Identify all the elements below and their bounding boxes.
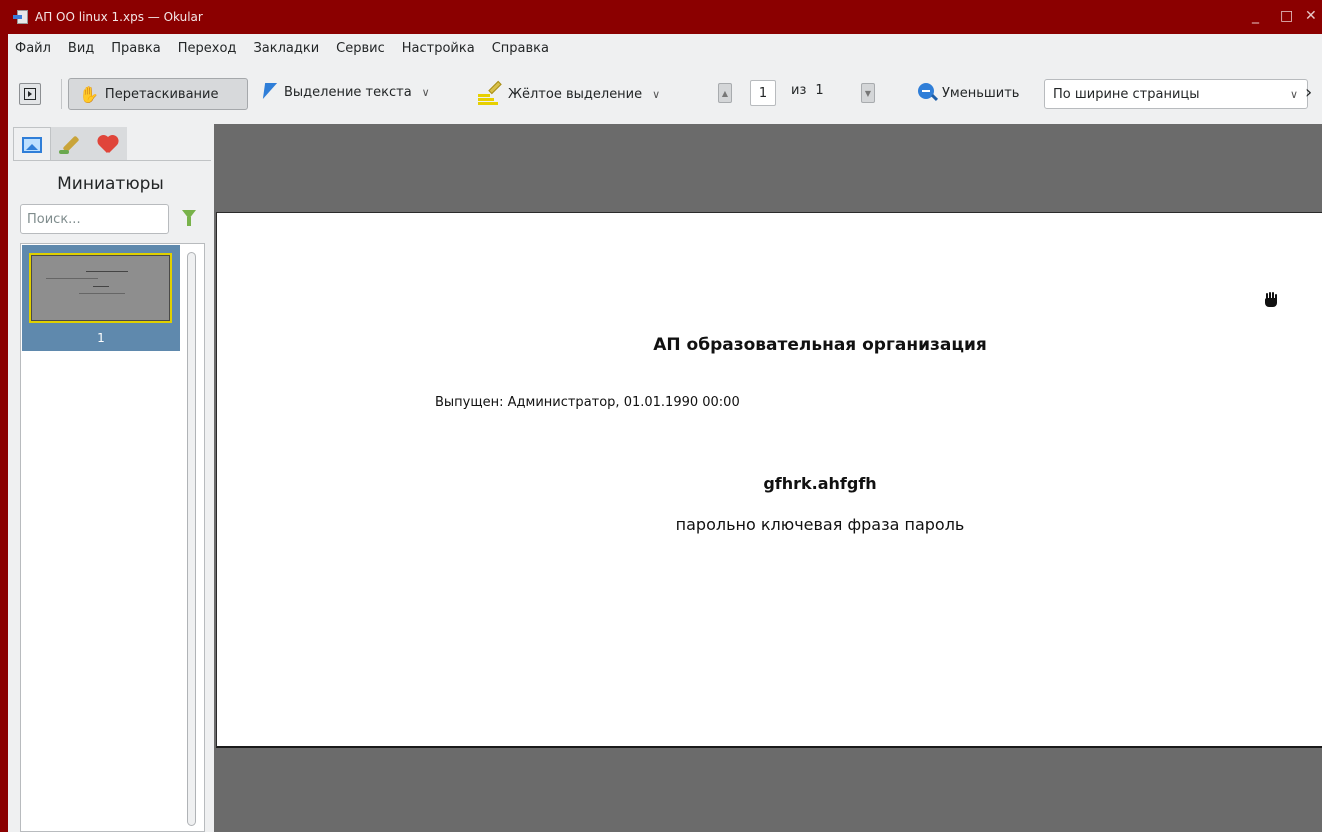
- tab-thumbnails[interactable]: [13, 127, 51, 161]
- menu-edit[interactable]: Правка: [111, 41, 160, 56]
- yellow-highlight-button[interactable]: Жёлтое выделение ∨: [478, 80, 660, 105]
- minimize-icon[interactable]: _: [1252, 8, 1259, 24]
- next-page-button[interactable]: ▼: [861, 83, 875, 103]
- browse-tool-label: Перетаскивание: [104, 86, 219, 102]
- zoom-mode-select[interactable]: По ширине страницы ∨: [1044, 79, 1308, 109]
- chevron-down-icon[interactable]: ∨: [422, 86, 430, 99]
- sidebar-tabs: [13, 127, 127, 161]
- yellow-highlight-label: Жёлтое выделение: [508, 86, 643, 102]
- highlighter-icon: [478, 80, 504, 105]
- zoom-out-icon: [918, 83, 939, 103]
- menu-tools[interactable]: Сервис: [336, 41, 385, 56]
- page-number-input[interactable]: 1: [750, 80, 776, 106]
- page-of-label: из: [791, 83, 807, 98]
- toolbar-separator: [61, 79, 62, 109]
- close-icon[interactable]: ✕: [1305, 8, 1317, 24]
- tab-divider: [13, 160, 211, 161]
- sidebar-toggle-icon: [24, 88, 36, 100]
- thumbnail-list: 1: [20, 243, 205, 832]
- thumbnail-page-1[interactable]: 1: [22, 245, 180, 351]
- document-title: АП образовательная организация: [653, 335, 987, 355]
- chevron-down-icon: ▼: [864, 88, 872, 98]
- filter-icon[interactable]: [182, 210, 196, 226]
- zoom-mode-value: По ширине страницы: [1053, 86, 1200, 102]
- chevron-down-icon: ∨: [1289, 87, 1298, 101]
- page-count: из 1: [791, 83, 824, 98]
- title-bar: АП ОО linux 1.xps — Okular _ □ ✕: [0, 0, 1322, 34]
- tab-bookmarks[interactable]: [89, 127, 127, 161]
- menu-view[interactable]: Вид: [68, 41, 94, 56]
- chevron-up-icon: ▲: [721, 88, 729, 98]
- previous-page-button[interactable]: ▲: [718, 83, 732, 103]
- menu-file[interactable]: Файл: [15, 41, 51, 56]
- main-window: Файл Вид Правка Переход Закладки Сервис …: [8, 34, 1322, 832]
- zoom-out-label: Уменьшить: [942, 85, 1020, 101]
- document-phrase: парольно ключевая фраза пароль: [675, 515, 965, 534]
- heart-icon: [97, 134, 119, 154]
- menu-help[interactable]: Справка: [492, 41, 549, 56]
- panel-title: Миниатюры: [57, 174, 164, 194]
- document-page: АП образовательная организация Выпущен: …: [216, 212, 1322, 748]
- menu-bar: Файл Вид Правка Переход Закладки Сервис …: [8, 34, 1322, 62]
- hand-cursor-icon: [1264, 292, 1278, 307]
- hand-icon: ✋: [79, 84, 99, 104]
- maximize-icon[interactable]: □: [1280, 8, 1293, 24]
- image-icon: [22, 136, 42, 153]
- okular-app-icon: [13, 9, 29, 25]
- menu-go[interactable]: Переход: [178, 41, 237, 56]
- browse-tool-button[interactable]: ✋ Перетаскивание: [68, 78, 248, 110]
- page-total: 1: [815, 83, 824, 98]
- text-selection-label: Выделение текста: [284, 84, 412, 100]
- pen-icon: [59, 133, 81, 155]
- chevron-down-icon[interactable]: ∨: [652, 88, 660, 101]
- document-key: gfhrk.ahfgfh: [763, 474, 877, 493]
- sidebar: Миниатюры Поиск... 1: [8, 124, 213, 832]
- tab-reviews[interactable]: [51, 127, 89, 161]
- pointer-icon: [263, 83, 277, 101]
- text-selection-tool-button[interactable]: Выделение текста ∨: [263, 83, 430, 101]
- scrollbar[interactable]: [187, 252, 196, 826]
- document-issued: Выпущен: Администратор, 01.01.1990 00:00: [435, 395, 740, 410]
- menu-bookmarks[interactable]: Закладки: [253, 41, 319, 56]
- thumbnail-image: [29, 253, 172, 323]
- window-title: АП ОО linux 1.xps — Okular: [35, 10, 203, 24]
- toggle-sidebar-button[interactable]: [19, 83, 41, 105]
- page-number-value: 1: [758, 85, 768, 101]
- search-placeholder: Поиск...: [27, 211, 81, 227]
- toolbar-overflow-button[interactable]: ›: [1305, 82, 1312, 103]
- menu-settings[interactable]: Настройка: [402, 41, 475, 56]
- zoom-out-button[interactable]: Уменьшить: [918, 83, 1019, 103]
- search-input[interactable]: Поиск...: [20, 204, 169, 234]
- document-view[interactable]: АП образовательная организация Выпущен: …: [214, 124, 1322, 832]
- toolbar: ✋ Перетаскивание Выделение текста ∨ Жёлт…: [8, 62, 1322, 124]
- thumbnail-label: 1: [97, 331, 105, 345]
